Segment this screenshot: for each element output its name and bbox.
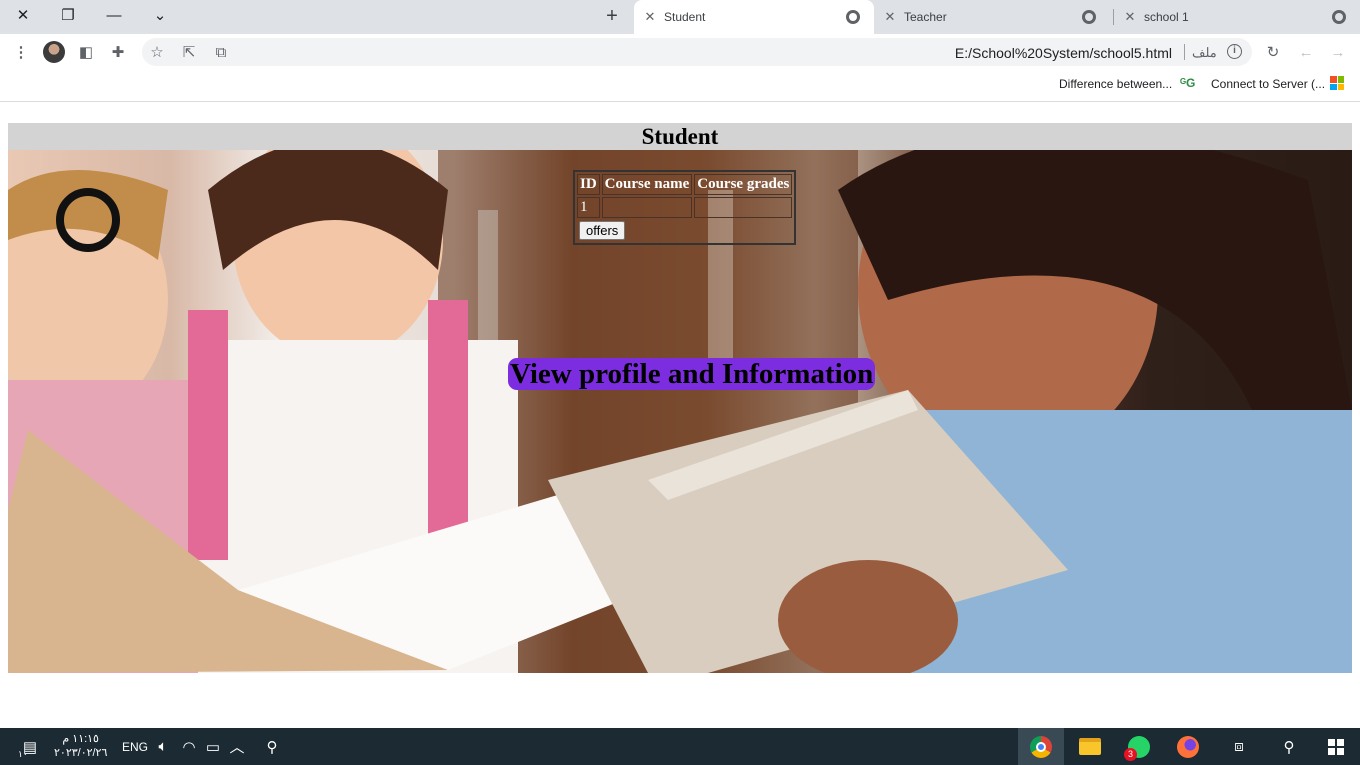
view-profile-link[interactable]: View profile and Information [508,358,876,390]
notification-count: ١٠ [18,749,28,759]
close-tab-icon[interactable]: ✕ [642,9,658,25]
table-cell: 1 [577,197,600,218]
course-grades-table: ID Course name Course grades 1 offers [573,170,797,245]
table-cell [601,197,693,218]
close-tab-icon[interactable]: ✕ [882,9,898,25]
globe-icon [1082,10,1096,24]
column-header: Course name [601,174,693,195]
restore-window-icon[interactable]: ❐ [45,0,91,30]
page-content: Student ID Course name Course grades 1 o… [0,103,1360,728]
geeksforgeeks-icon: ᴳG [1180,76,1196,90]
url-separator [1184,44,1185,60]
tab-teacher[interactable]: ✕ Teacher [876,0,1110,34]
offers-button[interactable]: offers [579,221,626,240]
background-photo: ID Course name Course grades 1 offers Vi… [8,150,1352,673]
wifi-icon[interactable]: ◠ [178,728,200,765]
volume-icon[interactable]: 🔈︎ [152,728,174,765]
start-button[interactable] [1313,728,1359,765]
globe-icon [1332,10,1346,24]
clock-date: ٢٠٢٣/٠٢/٢٦ [54,747,108,759]
profile-avatar[interactable] [43,41,65,63]
tab-title: school 1 [1144,10,1189,24]
unread-badge: 3 [1124,747,1137,761]
extensions-icon[interactable]: ✚ [108,42,128,62]
globe-icon [846,10,860,24]
language-indicator[interactable]: ENG [122,740,148,754]
reload-icon[interactable]: ↻ [1263,42,1283,62]
bookmark-difference-between[interactable]: Difference between... [1059,77,1172,91]
table-header-row: ID Course name Course grades [577,174,793,195]
url-text[interactable]: E:/School%20System/school5.html [955,45,1172,61]
clock-time: ١١:١٥ م [62,733,99,745]
task-view-icon[interactable]: ⧈ [1216,728,1262,765]
table-row: offers [577,220,792,241]
scheme-label: ملف [1192,45,1217,60]
tab-search-icon[interactable]: ⌄ [137,0,183,30]
search-icon[interactable]: ⚲ [1266,728,1312,765]
chrome-taskbar-button[interactable] [1018,728,1064,765]
page-title: Student [8,123,1352,150]
battery-icon[interactable]: ▭ [202,728,224,765]
forward-icon[interactable]: → [1328,42,1348,62]
table-cell [694,197,793,218]
tab-separator [1113,9,1114,25]
file-explorer-taskbar-button[interactable] [1067,728,1113,765]
people-icon[interactable]: ⚲ [260,728,284,765]
tab-strip: ✕ ❐ — ⌄ + ✕ Student ✕ Teacher ✕ school 1 [0,0,1360,34]
tab-student[interactable]: ✕ Student [634,0,874,34]
column-header: Course grades [694,174,793,195]
firefox-taskbar-button[interactable] [1165,728,1211,765]
bookmark-star-icon[interactable]: ☆ [147,42,167,62]
site-info-icon[interactable]: i [1227,44,1242,59]
chevron-up-icon[interactable]: ︿ [226,728,248,765]
new-tab-button[interactable]: + [598,6,626,28]
whatsapp-taskbar-button[interactable]: 3 [1116,728,1162,765]
translate-icon[interactable]: ⧉ [211,42,231,62]
table-row: 1 [577,197,793,218]
tab-title: Teacher [904,10,947,24]
windows-icon [1328,738,1344,755]
firefox-icon [1177,735,1199,758]
whatsapp-icon: 3 [1124,735,1150,761]
table-cell: offers [577,220,792,241]
tab-school-1[interactable]: ✕ school 1 [1116,0,1360,34]
back-icon[interactable]: ← [1296,42,1316,62]
tab-title: Student [664,10,706,24]
column-header: ID [577,174,600,195]
close-window-icon[interactable]: ✕ [0,0,46,30]
menu-icon[interactable]: ⋮ [11,42,31,62]
clock[interactable]: ١١:١٥ م ٢٠٢٣/٠٢/٢٦ [54,732,107,760]
microsoft-icon [1330,76,1344,90]
close-tab-icon[interactable]: ✕ [1122,9,1138,25]
side-panel-icon[interactable]: ◧ [76,42,96,62]
share-icon[interactable]: ⇱ [179,42,199,62]
folder-icon [1079,738,1101,755]
minimize-window-icon[interactable]: — [91,0,137,30]
bookmark-connect-to-server[interactable]: Connect to Server (... [1211,77,1325,91]
chrome-icon [1030,735,1052,758]
windows-taskbar: ▤ ١٠ ١١:١٥ م ٢٠٢٣/٠٢/٢٦ ENG 🔈︎ ◠ ▭ ︿ ⚲ 3… [0,728,1360,765]
